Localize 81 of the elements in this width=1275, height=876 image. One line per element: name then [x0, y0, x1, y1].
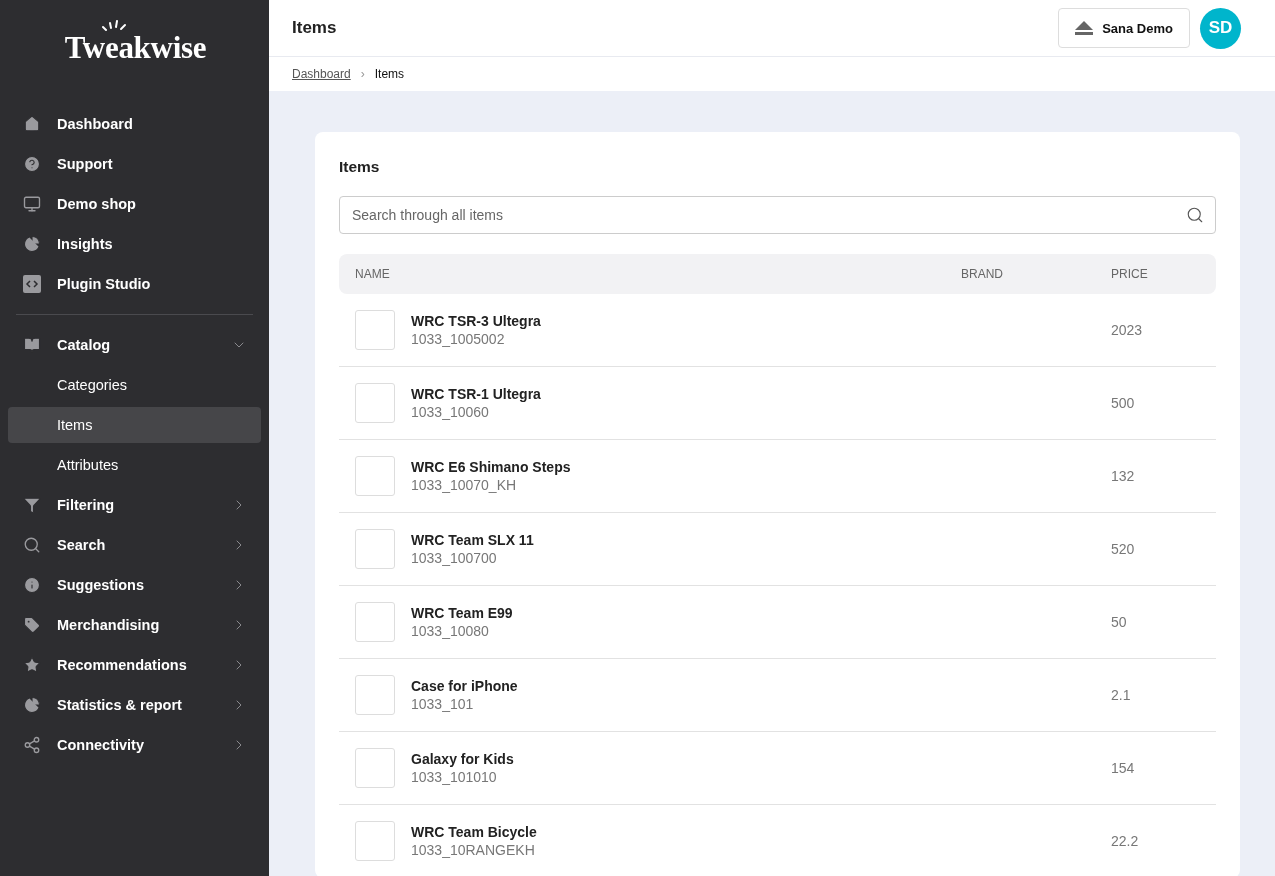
- breadcrumb-current: Items: [374, 67, 405, 81]
- thumbnail: [355, 383, 395, 423]
- item-name: WRC E6 Shimano Steps: [411, 459, 571, 475]
- table-row[interactable]: WRC Team SLX 11 1033_100700 520: [339, 513, 1216, 586]
- sidebar-item[interactable]: Statistics & report: [8, 685, 261, 725]
- tag-icon: [22, 615, 42, 635]
- rays-icon: [101, 20, 128, 32]
- item-name: Galaxy for Kids: [411, 751, 514, 767]
- card-title: Items: [339, 158, 381, 176]
- table-row[interactable]: WRC TSR-3 Ultegra 1033_1005002 2023: [339, 294, 1216, 367]
- sidebar-item[interactable]: Filtering: [8, 485, 261, 525]
- item-price: 132: [1111, 468, 1136, 484]
- sidebar-item[interactable]: Insights: [8, 224, 261, 264]
- item-price: 2.1: [1111, 687, 1132, 703]
- item-price: 520: [1111, 541, 1136, 557]
- share-icon: [22, 735, 42, 755]
- item-sku: 1033_100700: [411, 550, 498, 566]
- monitor-icon: [22, 194, 42, 214]
- item-name: WRC TSR-3 Ultegra: [411, 313, 541, 329]
- thumbnail: [355, 675, 395, 715]
- account-button[interactable]: Sana Demo: [1058, 8, 1190, 48]
- sidebar-subitem[interactable]: Items: [8, 407, 261, 443]
- thumbnail: [355, 748, 395, 788]
- search-icon: [22, 535, 42, 555]
- breadcrumb-link[interactable]: Dashboard: [292, 67, 351, 81]
- thumbnail: [355, 821, 395, 861]
- info-icon: [22, 575, 42, 595]
- sidebar-item[interactable]: Connectivity: [8, 725, 261, 765]
- logo: Tweakwise: [64, 30, 207, 66]
- table-row[interactable]: Case for iPhone 1033_101 2.1: [339, 659, 1216, 732]
- pie-chart-icon: [22, 695, 42, 715]
- home-icon: [22, 114, 42, 134]
- search-icon: [1186, 206, 1204, 224]
- item-sku: 1033_10RANGEKH: [411, 842, 536, 858]
- help-icon: [22, 154, 42, 174]
- code-icon: [22, 274, 42, 294]
- thumbnail: [355, 310, 395, 350]
- page-title: Items: [292, 18, 338, 38]
- column-header: PRICE: [1111, 267, 1149, 281]
- thumbnail: [355, 529, 395, 569]
- item-price: 22.2: [1111, 833, 1140, 849]
- table-row[interactable]: WRC Team E99 1033_10080 50: [339, 586, 1216, 659]
- table-row[interactable]: WRC E6 Shimano Steps 1033_10070_KH 132: [339, 440, 1216, 513]
- sidebar-item[interactable]: Demo shop: [8, 184, 261, 224]
- thumbnail: [355, 602, 395, 642]
- item-sku: 1033_101: [411, 696, 475, 712]
- item-name: WRC Team E99: [411, 605, 513, 621]
- table-row[interactable]: WRC Team Bicycle 1033_10RANGEKH 22.2: [339, 805, 1216, 876]
- item-name: Case for iPhone: [411, 678, 518, 694]
- sidebar-item[interactable]: Plugin Studio: [8, 264, 261, 304]
- sidebar-subitem[interactable]: Categories: [8, 367, 261, 403]
- column-header: NAME: [355, 267, 391, 281]
- table-row[interactable]: WRC TSR-1 Ultegra 1033_10060 500: [339, 367, 1216, 440]
- item-sku: 1033_10070_KH: [411, 477, 518, 493]
- item-price: 50: [1111, 614, 1128, 630]
- sidebar-item[interactable]: Support: [8, 144, 261, 184]
- search-field[interactable]: Search through all items: [339, 196, 1216, 234]
- sidebar-item[interactable]: Search: [8, 525, 261, 565]
- sidebar-subitem[interactable]: Attributes: [8, 447, 261, 483]
- column-header: BRAND: [961, 267, 1004, 281]
- eject-icon: [1075, 21, 1094, 35]
- item-sku: 1033_10080: [411, 623, 490, 639]
- item-sku: 1033_101010: [411, 769, 498, 785]
- item-sku: 1033_10060: [411, 404, 490, 420]
- item-price: 500: [1111, 395, 1136, 411]
- thumbnail: [355, 456, 395, 496]
- item-name: WRC Team Bicycle: [411, 824, 537, 840]
- item-name: WRC TSR-1 Ultegra: [411, 386, 541, 402]
- funnel-icon: [22, 495, 42, 515]
- item-sku: 1033_1005002: [411, 331, 506, 347]
- item-price: 154: [1111, 760, 1136, 776]
- item-price: 2023: [1111, 322, 1144, 338]
- item-name: WRC Team SLX 11: [411, 532, 534, 548]
- pie-chart-icon: [22, 234, 42, 254]
- sidebar-item[interactable]: Merchandising: [8, 605, 261, 645]
- table-row[interactable]: Galaxy for Kids 1033_101010 154: [339, 732, 1216, 805]
- sidebar-item[interactable]: Recommendations: [8, 645, 261, 685]
- sidebar-item[interactable]: Catalog: [8, 325, 261, 365]
- breadcrumb-separator: ›: [360, 67, 365, 81]
- sidebar-item[interactable]: Dashboard: [8, 104, 261, 144]
- sidebar-item[interactable]: Suggestions: [8, 565, 261, 605]
